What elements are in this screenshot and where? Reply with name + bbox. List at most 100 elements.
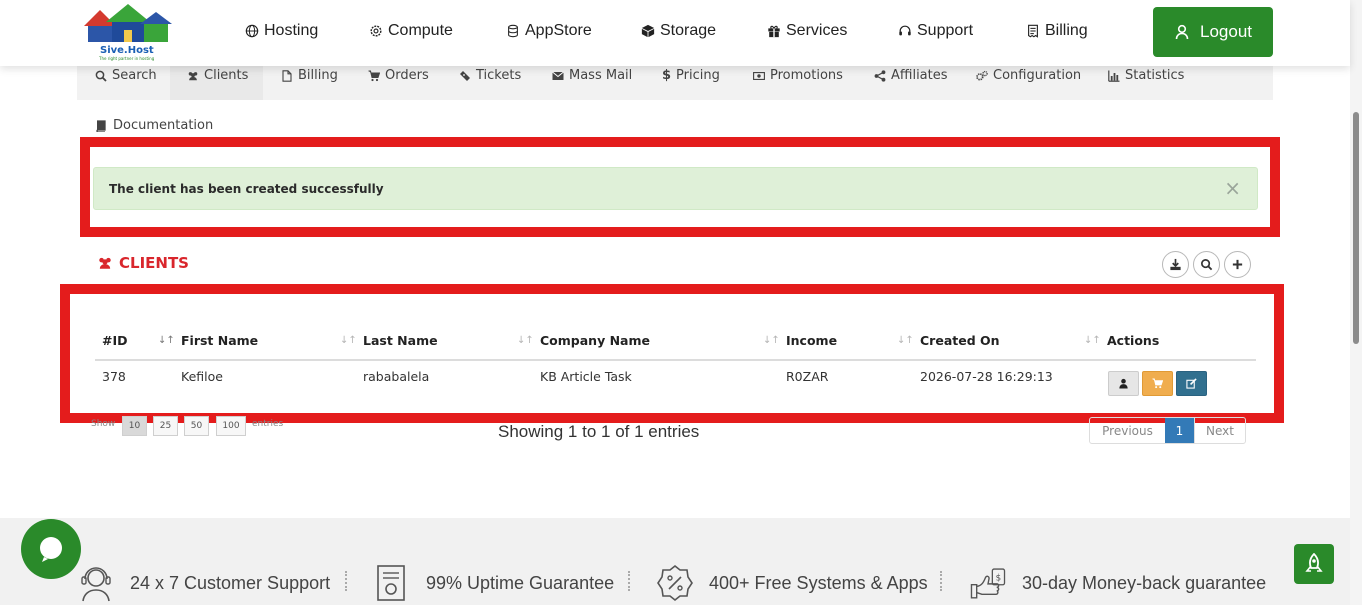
next-page-button[interactable]: Next <box>1194 418 1245 443</box>
nav-compute[interactable]: Compute <box>369 22 453 40</box>
menu-label: Promotions <box>770 68 843 83</box>
alert-message: The client has been created successfully <box>109 182 384 196</box>
logo-huts-icon <box>84 4 172 42</box>
nav-label: Billing <box>1045 22 1088 39</box>
feature-apps: 400+ Free Systems & Apps <box>655 563 928 603</box>
sort-icon[interactable]: ↓↑ <box>897 335 914 346</box>
page-length-25[interactable]: 25 <box>153 416 178 436</box>
sort-icon[interactable]: ↓↑ <box>340 335 357 346</box>
ticket-icon <box>460 70 470 81</box>
cell-income: R0ZAR <box>786 369 829 384</box>
cell-first-name[interactable]: Kefiloe <box>181 369 223 384</box>
menu-label: Billing <box>298 68 338 83</box>
globe-icon <box>245 24 259 38</box>
logout-label: Logout <box>1200 22 1252 41</box>
certificate-icon <box>377 565 405 601</box>
menu-label: Configuration <box>993 68 1082 83</box>
column-header-company[interactable]: Company Name <box>540 333 650 348</box>
column-header-actions: Actions <box>1107 333 1160 348</box>
column-header-last-name[interactable]: Last Name <box>363 333 438 348</box>
add-client-button[interactable] <box>1224 251 1251 278</box>
file-icon <box>282 69 292 82</box>
menu-promotions[interactable]: Promotions <box>753 68 843 83</box>
features-footer: 24 x 7 Customer Support 99% Uptime Guara… <box>0 518 1350 605</box>
sort-icon[interactable]: ↓↑ <box>158 335 175 346</box>
nav-appstore[interactable]: AppStore <box>506 22 592 40</box>
feature-label: 24 x 7 Customer Support <box>130 572 331 593</box>
download-icon <box>1170 258 1181 271</box>
close-icon[interactable]: × <box>1224 176 1241 200</box>
menu-label: Statistics <box>1125 68 1185 83</box>
cell-last-name[interactable]: rababalela <box>363 369 429 384</box>
previous-page-button[interactable]: Previous <box>1090 418 1165 443</box>
chat-icon <box>40 537 62 562</box>
nav-label: AppStore <box>525 22 592 39</box>
menu-affiliates[interactable]: Affiliates <box>874 68 948 83</box>
feature-uptime: 99% Uptime Guarantee <box>372 563 614 603</box>
view-client-button[interactable] <box>1108 371 1139 396</box>
export-button[interactable] <box>1162 251 1189 278</box>
menu-label: Mass Mail <box>569 68 633 83</box>
page-length-50[interactable]: 50 <box>184 416 209 436</box>
menu-pricing[interactable]: $ Pricing <box>662 68 720 83</box>
cart-icon <box>1152 378 1163 389</box>
search-clients-button[interactable] <box>1193 251 1220 278</box>
menu-search[interactable]: Search <box>95 68 157 83</box>
user-icon <box>1119 378 1128 389</box>
brand-tagline: The right partner in hosting <box>99 56 155 61</box>
column-header-created-on[interactable]: Created On <box>920 333 1000 348</box>
nav-support[interactable]: Support <box>898 22 973 40</box>
new-order-button[interactable] <box>1142 371 1173 396</box>
brand-logo[interactable]: Sive.Host The right partner in hosting <box>80 4 176 62</box>
menu-orders[interactable]: Orders <box>368 68 429 83</box>
user-icon <box>1175 24 1189 40</box>
menu-documentation[interactable]: Documentation <box>95 118 213 133</box>
cell-id: 378 <box>102 369 126 384</box>
cell-created-on: 2026-07-28 16:29:13 <box>920 369 1053 384</box>
scrollbar-thumb[interactable] <box>1353 112 1359 344</box>
plus-icon <box>1232 259 1243 270</box>
feature-money-back: $ 30-day Money-back guarantee <box>968 563 1266 603</box>
menu-clients[interactable]: Clients <box>187 68 248 83</box>
nav-billing[interactable]: Billing <box>1026 22 1088 40</box>
database-icon <box>508 24 518 38</box>
logout-button[interactable]: Logout <box>1153 7 1273 57</box>
feature-separator <box>628 571 630 591</box>
show-label: Show <box>91 419 116 429</box>
nav-storage[interactable]: Storage <box>641 22 716 40</box>
nav-hosting[interactable]: Hosting <box>245 22 318 40</box>
menu-mass-mail[interactable]: Mass Mail <box>552 68 632 83</box>
support-agent-icon <box>81 567 111 602</box>
cogs-icon <box>976 70 988 81</box>
pagination: Previous 1 Next <box>1089 417 1246 444</box>
edit-client-button[interactable] <box>1176 371 1207 396</box>
menu-billing[interactable]: Billing <box>281 68 338 83</box>
success-alert: The client has been created successfully… <box>93 167 1258 210</box>
users-icon <box>99 257 111 269</box>
page-length-10[interactable]: 10 <box>122 416 147 436</box>
feature-separator <box>940 571 942 591</box>
highlight-box-table <box>60 284 1284 423</box>
dollar-icon: $ <box>662 68 672 83</box>
column-header-income[interactable]: Income <box>786 333 837 348</box>
nav-label: Support <box>917 22 974 39</box>
column-header-id[interactable]: #ID <box>102 333 128 348</box>
menu-tickets[interactable]: Tickets <box>459 68 521 83</box>
sort-icon[interactable]: ↓↑ <box>1084 335 1101 346</box>
page-length-100[interactable]: 100 <box>216 416 246 436</box>
page-1-button[interactable]: 1 <box>1165 418 1194 443</box>
sort-icon[interactable]: ↓↑ <box>763 335 780 346</box>
clients-heading: CLIENTS <box>97 254 189 272</box>
page-scrollbar[interactable] <box>1350 0 1362 605</box>
feature-label: 400+ Free Systems & Apps <box>709 572 928 593</box>
menu-label: Clients <box>204 68 249 83</box>
scroll-to-top-button[interactable] <box>1294 544 1334 584</box>
book-icon <box>96 119 106 132</box>
sort-icon[interactable]: ↓↑ <box>517 335 534 346</box>
menu-statistics[interactable]: Statistics <box>1108 68 1184 83</box>
column-header-first-name[interactable]: First Name <box>181 333 258 348</box>
menu-configuration[interactable]: Configuration <box>976 68 1081 83</box>
gear-icon <box>370 25 382 37</box>
chat-widget-button[interactable] <box>21 519 81 579</box>
nav-services[interactable]: Services <box>767 22 847 40</box>
